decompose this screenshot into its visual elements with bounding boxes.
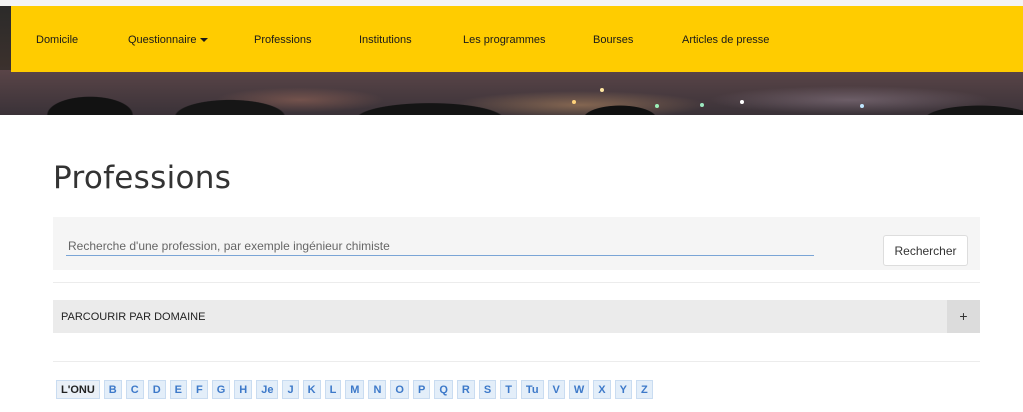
- alphabet-letter[interactable]: Je: [256, 380, 279, 399]
- alphabet-letter[interactable]: M: [345, 380, 365, 399]
- hero-light: [740, 100, 744, 104]
- alphabet-letter[interactable]: N: [368, 380, 387, 399]
- alphabet-letter[interactable]: S: [478, 380, 497, 399]
- browse-by-domain-label: PARCOURIR PAR DOMAINE: [61, 311, 206, 323]
- alphabet-letter[interactable]: C: [125, 380, 144, 399]
- page-title: Professions: [53, 160, 232, 196]
- hero-light: [655, 104, 659, 108]
- divider: [53, 282, 980, 283]
- nav-item-programmes[interactable]: Les programmes: [463, 34, 546, 46]
- alphabet-letter[interactable]: P: [412, 380, 431, 399]
- alphabet-letter[interactable]: X: [593, 380, 611, 399]
- nav-item-professions[interactable]: Professions: [254, 34, 311, 46]
- alphabet-letter[interactable]: L: [324, 380, 342, 399]
- hero-silhouette: [0, 75, 1023, 115]
- hero-light: [860, 104, 864, 108]
- alphabet-letter[interactable]: H: [234, 380, 253, 399]
- hero-light: [572, 100, 576, 104]
- nav-item-label: Questionnaire: [128, 34, 197, 46]
- nav-item-articles[interactable]: Articles de presse: [682, 34, 769, 46]
- nav-item-questionnaire[interactable]: Questionnaire: [128, 34, 208, 46]
- alphabet-letter[interactable]: Y: [614, 380, 632, 399]
- search-button[interactable]: Rechercher: [883, 235, 968, 266]
- alphabet-letter[interactable]: R: [456, 380, 475, 399]
- main-nav: Domicile Questionnaire Professions Insti…: [11, 6, 1023, 72]
- alphabet-filter: L'ONU B C D E F G H Je J K L M N O P Q R S T Tu V W X Y Z: [56, 380, 657, 399]
- search-input[interactable]: [66, 236, 814, 256]
- hero-light: [600, 88, 604, 92]
- nav-item-domicile[interactable]: Domicile: [36, 34, 78, 46]
- nav-item-bourses[interactable]: Bourses: [593, 34, 633, 46]
- alphabet-letter[interactable]: K: [302, 380, 321, 399]
- nav-item-institutions[interactable]: Institutions: [359, 34, 412, 46]
- alphabet-letter[interactable]: Q: [434, 380, 453, 399]
- alphabet-letter[interactable]: Tu: [520, 380, 544, 399]
- caret-down-icon: [199, 38, 208, 43]
- alphabet-letter[interactable]: Z: [635, 380, 653, 399]
- divider: [53, 361, 980, 362]
- alphabet-letter[interactable]: L'ONU: [56, 380, 100, 399]
- alphabet-letter[interactable]: B: [103, 380, 122, 399]
- expand-plus-icon[interactable]: +: [947, 300, 980, 333]
- alphabet-letter[interactable]: O: [390, 380, 409, 399]
- browse-by-domain-panel[interactable]: PARCOURIR PAR DOMAINE +: [53, 300, 980, 333]
- alphabet-letter[interactable]: V: [547, 380, 565, 399]
- alphabet-letter[interactable]: D: [147, 380, 166, 399]
- alphabet-letter[interactable]: T: [500, 380, 517, 399]
- alphabet-letter[interactable]: F: [190, 380, 208, 399]
- alphabet-letter[interactable]: J: [282, 380, 299, 399]
- search-panel: Rechercher: [53, 217, 980, 270]
- alphabet-letter[interactable]: W: [568, 380, 590, 399]
- alphabet-letter[interactable]: E: [169, 380, 187, 399]
- alphabet-letter[interactable]: G: [211, 380, 231, 399]
- hero-light: [700, 103, 704, 107]
